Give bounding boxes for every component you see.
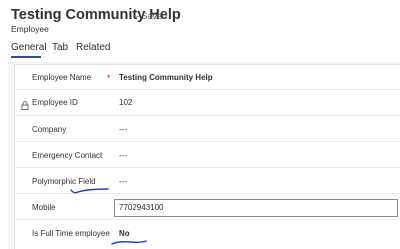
annotation-underline xyxy=(111,240,147,245)
lock-icon xyxy=(21,97,29,115)
field-row-company xyxy=(14,116,400,142)
field-label-mobile: Mobile xyxy=(32,203,56,212)
field-value-polymorphic-field[interactable]: --- xyxy=(119,177,127,186)
active-tab-indicator xyxy=(11,56,41,58)
field-value-emergency-contact[interactable]: --- xyxy=(119,151,127,160)
field-value-employee-name[interactable]: Testing Community Help xyxy=(119,73,213,82)
field-value-full-time[interactable]: No xyxy=(119,229,130,238)
required-indicator: * xyxy=(107,73,111,83)
field-label-company: Company xyxy=(32,125,67,134)
entity-name: Employee xyxy=(11,24,49,34)
tab-tab[interactable]: Tab xyxy=(52,42,68,53)
field-value-employee-id: 102 xyxy=(119,98,133,107)
field-value-company[interactable]: --- xyxy=(119,125,127,134)
field-label-employee-name: Employee Name xyxy=(32,73,92,82)
save-status: - Saved xyxy=(136,11,168,21)
field-label-polymorphic-field: Polymorphic Field xyxy=(32,177,96,186)
tab-related[interactable]: Related xyxy=(76,42,110,53)
tab-general[interactable]: General xyxy=(11,42,47,53)
field-label-full-time: Is Full Time employee xyxy=(32,229,110,238)
mobile-input[interactable]: 7702943100 xyxy=(114,199,398,217)
field-label-emergency-contact: Emergency Contact xyxy=(32,151,103,160)
field-label-employee-id: Employee ID xyxy=(32,98,78,107)
mobile-input-value: 7702943100 xyxy=(119,203,164,212)
